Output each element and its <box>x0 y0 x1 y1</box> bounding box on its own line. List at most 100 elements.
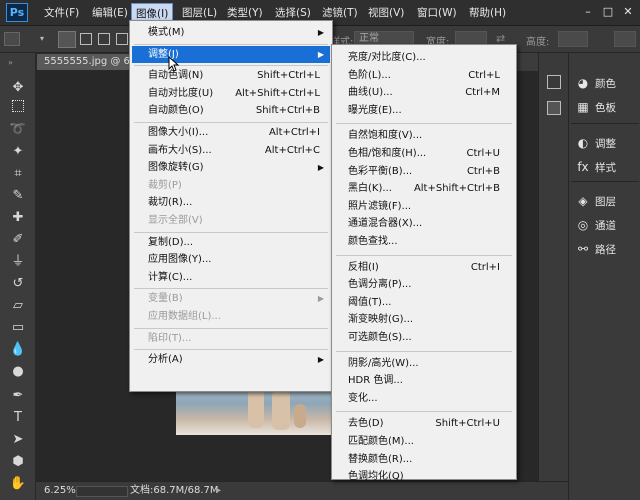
menu-item[interactable]: 阈值(T)... <box>334 294 514 311</box>
maximize-button[interactable]: □ <box>598 4 618 20</box>
eyedropper-tool-icon[interactable]: ✎ <box>8 187 28 205</box>
menu-item-label: 反相(I) <box>348 261 379 273</box>
menu-item-shortcut: Shift+Ctrl+B <box>255 105 320 117</box>
menu-help[interactable]: 帮助(H) <box>465 0 510 26</box>
menu-item[interactable]: HDR 色调... <box>334 372 514 389</box>
menu-item[interactable]: 匹配颜色(M)... <box>334 433 514 450</box>
pen-tool-icon[interactable]: ✒ <box>8 387 28 405</box>
brush-tool-icon[interactable]: ✐ <box>8 231 28 249</box>
menu-item-shortcut: Alt+Shift+Ctrl+B <box>413 183 500 195</box>
menu-edit[interactable]: 编辑(E) <box>88 0 132 26</box>
zoom-level[interactable]: 6.25% <box>44 482 76 500</box>
menu-item[interactable]: 色调分离(P)... <box>334 276 514 293</box>
menu-item[interactable]: 阴影/高光(W)... <box>334 355 514 372</box>
close-button[interactable]: ✕ <box>618 4 638 20</box>
eraser-tool-icon[interactable]: ▱ <box>8 297 28 315</box>
menu-item-label: 显示全部(V) <box>148 215 203 226</box>
menu-view[interactable]: 视图(V) <box>364 0 408 26</box>
history-panel-icon[interactable] <box>547 75 561 89</box>
crop-tool-icon[interactable]: ⌗ <box>8 165 28 183</box>
menu-item[interactable]: 自然饱和度(V)... <box>334 127 514 144</box>
submenu-arrow-icon: ▶ <box>317 28 324 37</box>
menu-item[interactable]: 颜色查找... <box>334 233 514 250</box>
menu-item[interactable]: 反相(I) Ctrl+I <box>334 259 514 276</box>
menu-item[interactable]: 照片滤镜(F)... <box>334 198 514 215</box>
menu-item[interactable]: 图像大小(I)... Alt+Ctrl+I <box>132 124 330 141</box>
menu-item[interactable]: 曲线(U)... Ctrl+M <box>334 84 514 101</box>
menu-item-label: 应用图像(Y)... <box>148 254 212 266</box>
menu-item-label: 自动颜色(O) <box>148 105 204 117</box>
menu-item-label: 曝光度(E)... <box>348 104 402 116</box>
menu-item[interactable]: 亮度/对比度(C)... <box>334 49 514 66</box>
menu-item[interactable]: 自动色调(N) Shift+Ctrl+L <box>132 67 330 84</box>
collapse-icon[interactable]: » <box>8 59 28 67</box>
menu-item[interactable]: 渐变映射(G)... <box>334 311 514 328</box>
add-selection-icon[interactable] <box>80 33 92 45</box>
dodge-tool-icon[interactable]: ● <box>8 363 28 381</box>
menu-item[interactable]: 应用图像(Y)... <box>132 251 330 268</box>
height-field[interactable] <box>558 31 588 47</box>
shape-tool-icon[interactable]: ⬢ <box>8 453 28 471</box>
menu-item[interactable]: 色彩平衡(B)... Ctrl+B <box>334 163 514 180</box>
menu-item[interactable]: 画布大小(S)... Alt+Ctrl+C <box>132 142 330 159</box>
menu-separator <box>134 231 328 233</box>
tool-preset-icon[interactable] <box>4 32 20 46</box>
menu-item[interactable]: 色调均化(Q) <box>334 468 514 485</box>
menu-item-shortcut: Alt+Ctrl+C <box>264 144 320 156</box>
panel-button-palette[interactable]: ◕ 颜色 <box>575 73 639 93</box>
panel-button-label: 色板 <box>595 102 616 114</box>
menu-item[interactable]: 模式(M) ▶ <box>132 24 330 41</box>
minimize-button[interactable]: – <box>578 4 598 20</box>
menu-item[interactable]: 去色(D) Shift+Ctrl+U <box>334 415 514 432</box>
move-tool-icon[interactable]: ✥ <box>8 79 28 97</box>
status-menu-icon[interactable]: ▸ <box>216 482 221 500</box>
history-brush-tool-icon[interactable]: ↺ <box>8 275 28 293</box>
menu-item[interactable]: 变化... <box>334 390 514 407</box>
menu-item[interactable]: 通道混合器(X)... <box>334 215 514 232</box>
menu-item[interactable]: 曝光度(E)... <box>334 102 514 119</box>
menu-item[interactable]: 复制(D)... <box>132 234 330 251</box>
blur-tool-icon[interactable]: 💧 <box>8 341 28 359</box>
actions-panel-icon[interactable] <box>547 101 561 115</box>
menu-window[interactable]: 窗口(W) <box>413 0 461 26</box>
hand-tool-icon[interactable]: ✋ <box>8 475 28 493</box>
panel-button-channels[interactable]: ◎ 通道 <box>575 215 639 235</box>
panel-button-layers[interactable]: ◈ 图层 <box>575 191 639 211</box>
menu-item: 陷印(T)... <box>132 330 330 347</box>
subtract-selection-icon[interactable] <box>98 33 110 45</box>
menu-item-shortcut: Alt+Ctrl+I <box>268 127 320 138</box>
intersect-selection-icon[interactable] <box>116 33 128 45</box>
gradient-tool-icon[interactable]: ▭ <box>8 319 28 337</box>
lasso-tool-icon[interactable]: ➰ <box>8 121 28 139</box>
menu-item[interactable]: 分析(A) ▶ <box>132 351 330 368</box>
menu-item[interactable]: 可选颜色(S)... <box>334 329 514 346</box>
menu-item[interactable]: 计算(C)... <box>132 269 330 286</box>
chevron-down-icon[interactable]: ▾ <box>40 29 48 49</box>
panel-button-styles[interactable]: fx 样式 <box>575 157 639 177</box>
type-tool-icon[interactable]: T <box>8 409 28 427</box>
panel-button-swatches[interactable]: ▦ 色板 <box>575 97 639 117</box>
menu-file[interactable]: 文件(F) <box>40 0 83 26</box>
panel-button-adjustments[interactable]: ◐ 调整 <box>575 133 639 153</box>
menu-item[interactable]: 黑白(K)... Alt+Shift+Ctrl+B <box>334 180 514 197</box>
marquee-tool-icon[interactable] <box>12 100 24 112</box>
workspace-switcher[interactable] <box>614 31 636 47</box>
healing-brush-tool-icon[interactable]: ✚ <box>8 209 28 227</box>
new-selection-icon[interactable] <box>58 31 76 48</box>
path-selection-tool-icon[interactable]: ➤ <box>8 431 28 449</box>
panel-divider <box>571 123 639 124</box>
menu-item[interactable]: 替换颜色(R)... <box>334 451 514 468</box>
menu-item[interactable]: 图像旋转(G) ▶ <box>132 159 330 176</box>
clone-stamp-tool-icon[interactable]: ⏚ <box>8 253 28 271</box>
menu-item-label: 照片滤镜(F)... <box>348 200 412 212</box>
menu-item[interactable]: 色相/饱和度(H)... Ctrl+U <box>334 145 514 162</box>
submenu-arrow-icon: ▶ <box>317 355 324 365</box>
document-tab[interactable]: 5555555.jpg @ 6.25% <box>36 53 136 71</box>
menu-item[interactable]: 自动颜色(O) Shift+Ctrl+B <box>132 102 330 119</box>
menu-item[interactable]: 裁切(R)... <box>132 194 330 211</box>
menu-item[interactable]: 调整(J) ▶ <box>132 45 330 63</box>
magic-wand-tool-icon[interactable]: ✦ <box>8 143 28 161</box>
menu-item[interactable]: 自动对比度(U) Alt+Shift+Ctrl+L <box>132 85 330 102</box>
menu-item[interactable]: 色阶(L)... Ctrl+L <box>334 67 514 84</box>
panel-button-paths[interactable]: ⚯ 路径 <box>575 239 639 259</box>
